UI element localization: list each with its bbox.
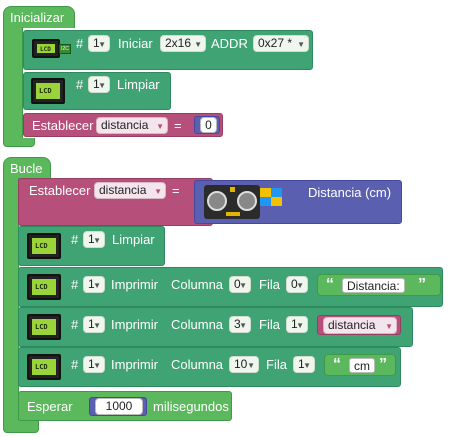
loop-set-variable-block[interactable]: Establecer distancia = [18,178,213,226]
print-index-dropdown[interactable]: 1 [83,316,105,333]
loop-body-rail [3,178,19,423]
print-label: Imprimir [111,317,158,332]
print-row-dropdown[interactable]: 1 [286,316,308,333]
print-row-label: Fila [259,277,280,292]
lcd-clear-label: Limpiar [117,77,160,92]
lcd-print-block[interactable]: LCD # 1 Imprimir Columna 3 Fila 1 distan… [18,307,413,347]
lcd-print-block[interactable]: LCD # 1 Imprimir Columna 0 Fila 0 “ Dist… [18,267,443,307]
loop-footer [3,420,39,433]
text-value-input[interactable]: cm [349,358,375,373]
print-variable-dropdown[interactable]: distancia [323,317,397,334]
wait-block[interactable]: Esperar 1000 milisegundos [18,391,232,421]
lcd-init-hash: # [76,36,84,51]
loop-lcd-clear-block[interactable]: LCD # 1 Limpiar [18,226,165,266]
equals-label: = [174,118,182,133]
lcd-addr-label: ADDR [211,36,248,51]
loop-lcd-clear-label: Limpiar [112,232,155,247]
print-index-dropdown[interactable]: 1 [83,356,105,373]
lcd-addr-dropdown[interactable]: 0x27 * [253,35,309,52]
print-row-dropdown[interactable]: 1 [293,356,315,373]
variable-value-block[interactable]: distancia [317,315,401,335]
print-row-label: Fila [266,357,287,372]
lcd-display-icon: LCD [27,274,61,300]
print-index-dropdown[interactable]: 1 [83,276,105,293]
wait-label: Esperar [27,399,73,414]
lcd-display-icon: LCD [31,78,65,104]
lcd-print-block[interactable]: LCD # 1 Imprimir Columna 10 Fila 1 “ cm … [18,347,401,387]
wait-number-block[interactable]: 1000 [89,397,147,416]
wait-value-input[interactable]: 1000 [95,398,143,415]
text-value-block[interactable]: “ cm ” [324,354,396,376]
text-value-input[interactable]: Distancia: [342,278,405,293]
print-column-label: Columna [171,317,224,332]
initialize-title: Inicializar [10,10,65,25]
print-column-label: Columna [171,277,224,292]
lcd-display-icon: LCD [27,314,61,340]
lcd-size-dropdown[interactable]: 2x16 [160,35,206,52]
lcd-init-block[interactable]: LCD I2C # 1 Iniciar 2x16 ADDR 0x27 * [23,30,313,70]
ultrasonic-distance-block[interactable]: Distancia (cm) [194,180,402,224]
print-column-dropdown[interactable]: 0 [229,276,251,293]
initialize-block[interactable]: Inicializar [3,6,75,28]
wait-unit-label: milisegundos [153,399,229,414]
set-variable-label: Establecer [32,118,94,133]
print-column-dropdown[interactable]: 3 [229,316,251,333]
close-quote-icon: ” [379,356,387,373]
lcd-clear-index-dropdown[interactable]: 1 [88,76,110,93]
lcd-display-icon: LCD [27,233,61,259]
loop-lcd-clear-index-dropdown[interactable]: 1 [83,231,105,248]
i2c-module-icon: I2C [59,44,71,54]
lcd-init-index-dropdown[interactable]: 1 [88,35,110,52]
lcd-display-icon: LCD [32,39,60,58]
print-column-label: Columna [171,357,224,372]
ultrasonic-sensor-icon [204,185,260,219]
loop-set-variable-label: Establecer [29,183,91,198]
print-label: Imprimir [111,277,158,292]
open-quote-icon: “ [326,276,334,293]
number-input[interactable]: 0 [200,117,217,133]
loop-variable-dropdown[interactable]: distancia [94,182,166,199]
open-quote-icon: “ [333,356,341,373]
print-label: Imprimir [111,357,158,372]
text-value-block[interactable]: “ Distancia: ” [317,274,441,296]
loop-title: Bucle [10,161,43,176]
variable-dropdown[interactable]: distancia [96,117,168,134]
print-column-dropdown[interactable]: 10 [229,356,259,373]
print-row-dropdown[interactable]: 0 [286,276,308,293]
lcd-clear-hash: # [76,77,84,92]
print-row-label: Fila [259,317,280,332]
print-hash: # [71,317,79,332]
lcd-clear-block[interactable]: LCD # 1 Limpiar [23,72,171,110]
print-hash: # [71,277,79,292]
loop-block[interactable]: Bucle [3,157,51,179]
lcd-init-label: Iniciar [118,36,153,51]
loop-lcd-clear-hash: # [71,232,79,247]
number-value-block[interactable]: 0 [194,116,220,134]
loop-equals-label: = [172,183,180,198]
print-hash: # [71,357,79,372]
set-variable-block[interactable]: Establecer distancia = 0 [23,113,223,137]
initialize-footer [3,138,35,147]
initialize-body-rail [3,27,23,142]
lcd-display-icon: LCD [27,354,61,380]
sensor-distance-label: Distancia (cm) [308,185,392,200]
close-quote-icon: ” [418,276,426,293]
sensor-flag-icon [260,188,282,206]
